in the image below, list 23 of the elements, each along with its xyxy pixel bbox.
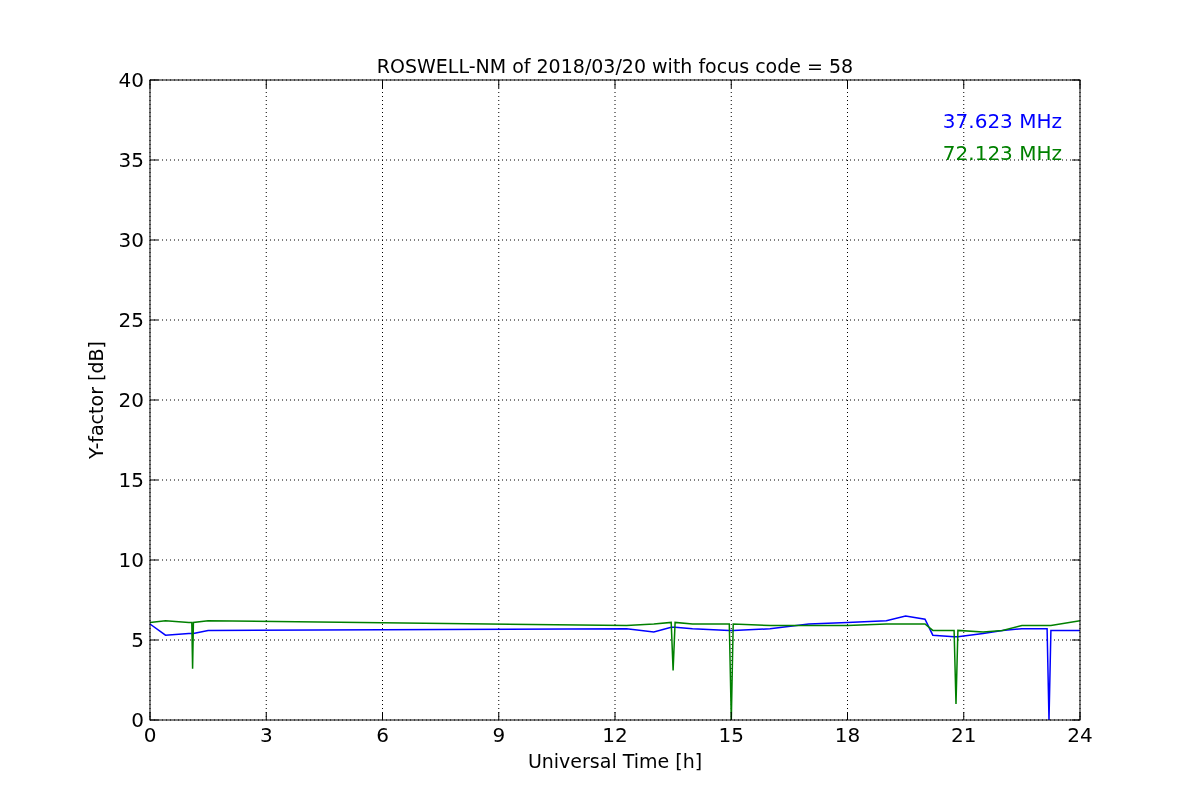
y-tick-label: 20 xyxy=(118,388,144,412)
y-tick-label: 30 xyxy=(118,228,144,252)
y-axis-label: Y-factor [dB] xyxy=(85,341,107,459)
x-tick-label: 0 xyxy=(143,723,157,747)
x-tick-label: 18 xyxy=(834,723,861,747)
y-tick-label: 10 xyxy=(118,548,144,572)
x-tick-label: 21 xyxy=(951,723,977,747)
legend-label: 37.623 MHz xyxy=(942,109,1062,133)
x-tick-label: 3 xyxy=(259,723,273,747)
y-tick-label: 25 xyxy=(118,308,144,332)
x-tick-label: 15 xyxy=(718,723,744,747)
y-tick-label: 15 xyxy=(118,468,144,492)
x-tick-label: 24 xyxy=(1067,723,1093,747)
x-axis-label: Universal Time [h] xyxy=(527,750,703,772)
legend-label: 72.123 MHz xyxy=(942,141,1062,165)
y-tick-label: 40 xyxy=(118,68,144,92)
x-tick-label: 9 xyxy=(492,723,506,747)
chart-title: ROSWELL-NM of 2018/03/20 with focus code = 58 xyxy=(376,55,854,77)
y-tick-label: 0 xyxy=(131,708,144,732)
x-tick-label: 6 xyxy=(376,723,389,747)
x-tick-label: 12 xyxy=(602,723,628,747)
y-tick-label: 5 xyxy=(131,628,144,652)
y-tick-label: 35 xyxy=(118,148,144,172)
